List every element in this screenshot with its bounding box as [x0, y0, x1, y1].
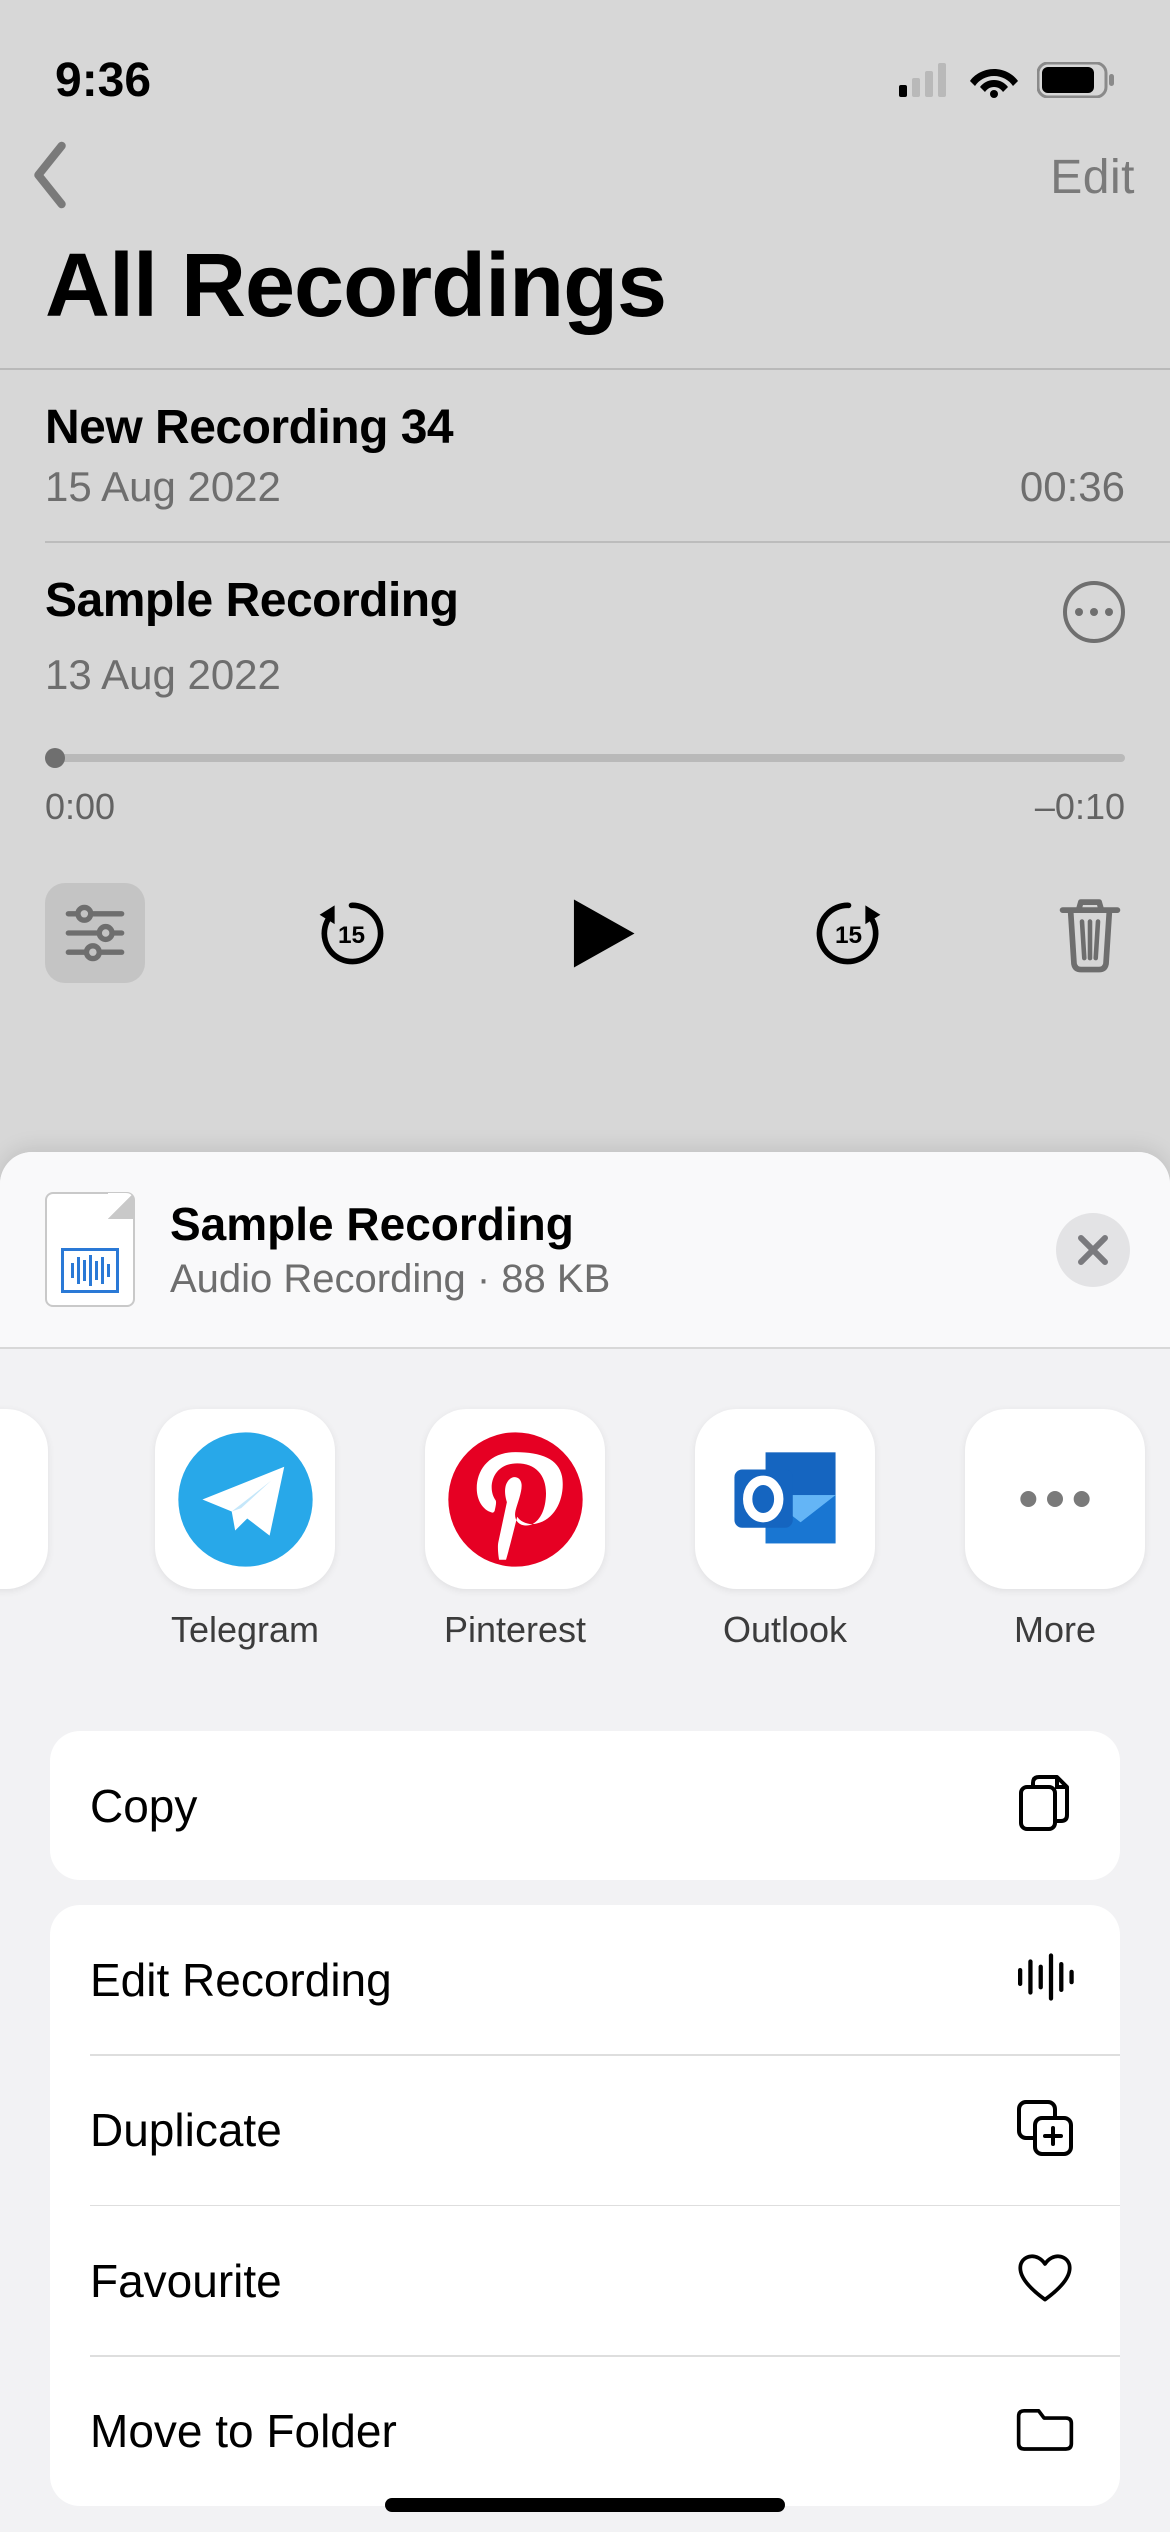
close-button[interactable] [1056, 1213, 1130, 1287]
share-app-pinterest[interactable]: Pinterest [425, 1409, 605, 1651]
action-group: Copy [50, 1731, 1120, 1880]
cellular-icon [899, 63, 951, 97]
recording-date: 15 Aug 2022 [45, 463, 281, 511]
svg-text:15: 15 [338, 921, 365, 948]
action-move-to-folder[interactable]: Move to Folder [50, 2357, 1120, 2506]
rewind-15-button[interactable]: 15 [314, 896, 389, 971]
waveform-icon [1015, 1947, 1075, 2012]
action-duplicate[interactable]: Duplicate [50, 2056, 1120, 2205]
action-label: Edit Recording [90, 1953, 392, 2007]
sheet-file-info: Sample Recording Audio Recording · 88 KB [170, 1197, 610, 1302]
status-bar: 9:36 [0, 0, 1170, 130]
scrubber-current: 0:00 [45, 786, 115, 828]
status-time: 9:36 [55, 53, 151, 108]
heart-icon [1015, 2248, 1075, 2313]
wifi-icon [969, 62, 1019, 98]
share-app-label: More [1014, 1609, 1096, 1651]
forward-15-button[interactable]: 15 [811, 896, 886, 971]
play-button[interactable] [558, 891, 643, 976]
action-label: Move to Folder [90, 2404, 397, 2458]
action-label: Duplicate [90, 2103, 282, 2157]
copy-icon [1015, 1773, 1075, 1838]
duplicate-icon [1015, 2098, 1075, 2163]
recording-title: Sample Recording [45, 573, 458, 628]
share-apps-row[interactable]: Telegram Pinterest [0, 1349, 1170, 1711]
action-label: Favourite [90, 2254, 282, 2308]
scrubber[interactable]: 0:00 –0:10 [0, 729, 1170, 828]
share-app-more[interactable]: More [965, 1409, 1145, 1651]
recording-row[interactable]: New Recording 34 15 Aug 2022 00:36 [0, 370, 1170, 541]
share-app-telegram[interactable]: Telegram [155, 1409, 335, 1651]
action-group: Edit Recording Duplicate [50, 1905, 1120, 2506]
options-button[interactable] [45, 883, 145, 983]
scrubber-thumb[interactable] [45, 748, 65, 768]
playback-controls: 15 15 [0, 828, 1170, 1023]
edit-button[interactable]: Edit [1050, 150, 1135, 205]
back-button[interactable] [25, 140, 75, 215]
more-icon[interactable] [1063, 581, 1125, 643]
action-copy[interactable]: Copy [50, 1731, 1120, 1880]
action-favourite[interactable]: Favourite [50, 2206, 1120, 2355]
share-app-outlook[interactable]: Outlook [695, 1409, 875, 1651]
recording-date: 13 Aug 2022 [45, 651, 281, 699]
svg-text:15: 15 [835, 921, 862, 948]
battery-icon [1037, 62, 1115, 98]
share-app-label: Pinterest [444, 1609, 586, 1651]
page-title: All Recordings [0, 235, 1170, 368]
recording-title: New Recording 34 [45, 400, 453, 455]
recording-row[interactable]: Sample Recording 13 Aug 2022 [0, 543, 1170, 729]
folder-icon [1015, 2399, 1075, 2464]
action-label: Copy [90, 1779, 197, 1833]
sheet-title: Sample Recording [170, 1197, 610, 1251]
nav-bar: Edit [0, 130, 1170, 235]
recording-duration: 00:36 [1020, 463, 1125, 511]
share-app-partial[interactable] [0, 1409, 65, 1651]
home-indicator[interactable] [385, 2498, 785, 2512]
action-edit-recording[interactable]: Edit Recording [50, 1905, 1120, 2054]
delete-button[interactable] [1055, 893, 1125, 973]
share-app-label: Outlook [723, 1609, 847, 1651]
file-audio-icon [45, 1192, 135, 1307]
share-sheet: Sample Recording Audio Recording · 88 KB [0, 1152, 1170, 2532]
sheet-header: Sample Recording Audio Recording · 88 KB [0, 1152, 1170, 1349]
share-app-label: Telegram [171, 1609, 319, 1651]
status-indicators [899, 62, 1115, 98]
sheet-subtitle: Audio Recording · 88 KB [170, 1257, 610, 1302]
scrubber-remaining: –0:10 [1035, 786, 1125, 828]
